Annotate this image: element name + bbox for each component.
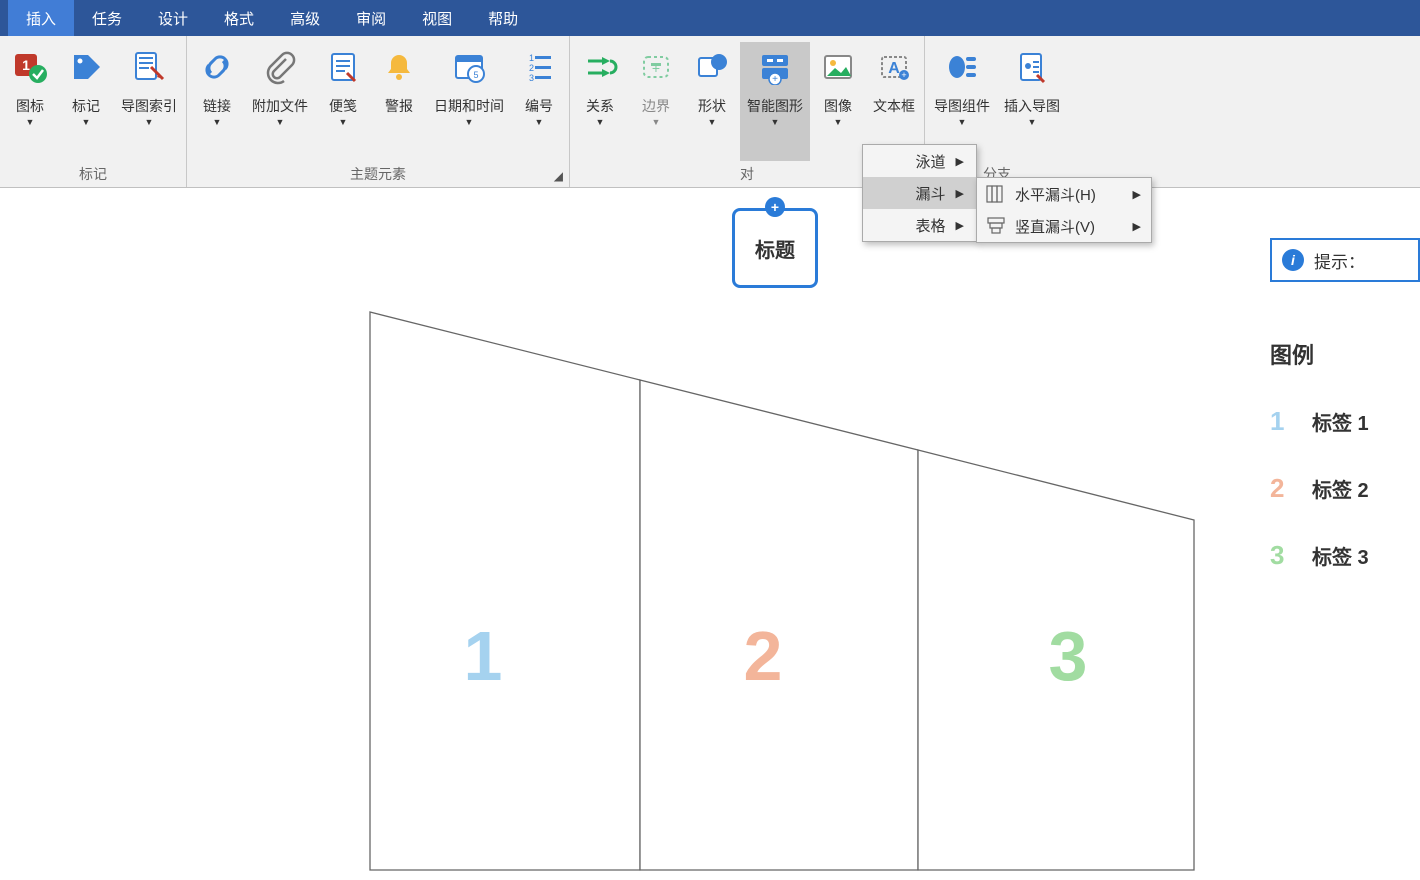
chevron-right-icon: ▶ bbox=[1133, 220, 1141, 233]
menu-tab-insert[interactable]: 插入 bbox=[8, 0, 74, 36]
smart-shape-dropdown: 泳道 ▶ 漏斗 ▶ 表格 ▶ 水平漏斗(H) ▶ 竖直漏斗(V) bbox=[862, 144, 977, 242]
svg-text:+: + bbox=[901, 70, 906, 80]
chevron-down-icon: ▼ bbox=[708, 117, 717, 127]
insert-map-button[interactable]: 插入导图 ▼ bbox=[997, 42, 1067, 161]
funnel-segment-1[interactable] bbox=[370, 312, 640, 870]
chevron-right-icon: ▶ bbox=[1133, 188, 1141, 201]
image-icon bbox=[818, 47, 858, 87]
map-index-button[interactable]: 导图索引 ▼ bbox=[114, 42, 184, 161]
chevron-down-icon: ▼ bbox=[958, 117, 967, 127]
svg-text:+: + bbox=[652, 60, 660, 76]
dropdown-item-table[interactable]: 表格 ▶ bbox=[863, 209, 976, 241]
numbering-button[interactable]: 123 编号 ▼ bbox=[511, 42, 567, 161]
ribbon-group-label: 主题元素 ◢ bbox=[187, 161, 569, 187]
tags-button[interactable]: 标记 ▼ bbox=[58, 42, 114, 161]
chevron-down-icon: ▼ bbox=[596, 117, 605, 127]
tag-icon bbox=[66, 47, 106, 87]
chevron-down-icon: ▼ bbox=[26, 117, 35, 127]
submenu-item-vertical-funnel[interactable]: 竖直漏斗(V) ▶ bbox=[977, 210, 1151, 242]
numbering-icon: 123 bbox=[519, 47, 559, 87]
shape-icon bbox=[692, 47, 732, 87]
ribbon-group-markers: 1 图标 ▼ 标记 ▼ 导图索引 ▼ 标记 bbox=[0, 36, 187, 187]
funnel-number-2: 2 bbox=[744, 617, 783, 695]
icon-icons: 1 bbox=[10, 47, 50, 87]
boundary-icon: + bbox=[636, 47, 676, 87]
chevron-down-icon: ▼ bbox=[771, 117, 780, 127]
boundary-button: + 边界 ▼ bbox=[628, 42, 684, 161]
chevron-down-icon: ▼ bbox=[339, 117, 348, 127]
funnel-number-1: 1 bbox=[464, 617, 503, 695]
insert-map-icon bbox=[1012, 47, 1052, 87]
legend-item-1[interactable]: 1 标签 1 bbox=[1270, 406, 1420, 437]
legend-item-2[interactable]: 2 标签 2 bbox=[1270, 473, 1420, 504]
calendar-icon: 5 bbox=[449, 47, 489, 87]
menu-bar: 插入 任务 设计 格式 高级 审阅 视图 帮助 bbox=[0, 0, 1420, 36]
menu-tab-format[interactable]: 格式 bbox=[206, 0, 272, 36]
svg-text:5: 5 bbox=[473, 70, 478, 80]
smart-shape-button[interactable]: + 智能图形 ▼ bbox=[740, 42, 810, 161]
chevron-down-icon: ▼ bbox=[82, 117, 91, 127]
vertical-funnel-icon bbox=[985, 217, 1007, 235]
ribbon-group-label: 标记 bbox=[0, 161, 186, 187]
chevron-down-icon: ▼ bbox=[652, 117, 661, 127]
svg-text:+: + bbox=[772, 74, 778, 85]
ribbon: 1 图标 ▼ 标记 ▼ 导图索引 ▼ 标记 bbox=[0, 36, 1420, 188]
svg-text:1: 1 bbox=[22, 57, 30, 73]
date-time-button[interactable]: 5 日期和时间 ▼ bbox=[427, 42, 511, 161]
menu-tab-view[interactable]: 视图 bbox=[404, 0, 470, 36]
icons-button[interactable]: 1 图标 ▼ bbox=[2, 42, 58, 161]
note-icon bbox=[323, 47, 363, 87]
chevron-down-icon: ▼ bbox=[213, 117, 222, 127]
right-panel: i 提示： 图例 1 标签 1 2 标签 2 3 标签 3 bbox=[1270, 238, 1420, 571]
dialog-launcher-icon[interactable]: ◢ bbox=[554, 169, 563, 183]
chevron-down-icon: ▼ bbox=[1028, 117, 1037, 127]
component-icon bbox=[942, 47, 982, 87]
dropdown-item-swimlane[interactable]: 泳道 ▶ bbox=[863, 145, 976, 177]
chevron-right-icon: ▶ bbox=[956, 155, 964, 168]
menu-tab-tasks[interactable]: 任务 bbox=[74, 0, 140, 36]
dropdown-item-funnel[interactable]: 漏斗 ▶ bbox=[863, 177, 976, 209]
chevron-down-icon: ▼ bbox=[145, 117, 154, 127]
menu-tab-help[interactable]: 帮助 bbox=[470, 0, 536, 36]
svg-text:A: A bbox=[888, 60, 900, 77]
funnel-diagram[interactable]: 1 2 3 bbox=[368, 310, 1208, 870]
shape-button[interactable]: 形状 ▼ bbox=[684, 42, 740, 161]
legend-item-3[interactable]: 3 标签 3 bbox=[1270, 540, 1420, 571]
notes-button[interactable]: 便笺 ▼ bbox=[315, 42, 371, 161]
menu-tab-review[interactable]: 审阅 bbox=[338, 0, 404, 36]
chevron-right-icon: ▶ bbox=[956, 187, 964, 200]
chevron-right-icon: ▶ bbox=[956, 219, 964, 232]
chevron-down-icon: ▼ bbox=[465, 117, 474, 127]
chevron-down-icon: ▼ bbox=[276, 117, 285, 127]
link-button[interactable]: 链接 ▼ bbox=[189, 42, 245, 161]
alert-button[interactable]: 警报 ▼ bbox=[371, 42, 427, 161]
legend-title: 图例 bbox=[1270, 338, 1420, 370]
svg-text:3: 3 bbox=[529, 73, 534, 83]
smart-shape-icon: + bbox=[755, 47, 795, 87]
menu-tab-advanced[interactable]: 高级 bbox=[272, 0, 338, 36]
title-node[interactable]: + 标题 bbox=[732, 208, 818, 288]
funnel-number-3: 3 bbox=[1049, 617, 1088, 695]
info-icon: i bbox=[1282, 249, 1304, 271]
add-handle-icon[interactable]: + bbox=[765, 197, 785, 217]
funnel-submenu: 水平漏斗(H) ▶ 竖直漏斗(V) ▶ bbox=[976, 177, 1152, 243]
image-button[interactable]: 图像 ▼ bbox=[810, 42, 866, 161]
submenu-item-horizontal-funnel[interactable]: 水平漏斗(H) ▶ bbox=[977, 178, 1151, 210]
link-icon bbox=[197, 47, 237, 87]
chevron-down-icon: ▼ bbox=[535, 117, 544, 127]
tip-box[interactable]: i 提示： bbox=[1270, 238, 1420, 282]
attach-icon bbox=[260, 47, 300, 87]
menu-tab-design[interactable]: 设计 bbox=[140, 0, 206, 36]
svg-text:1: 1 bbox=[529, 53, 534, 63]
index-icon bbox=[129, 47, 169, 87]
textbox-icon: A+ bbox=[874, 47, 914, 87]
ribbon-group-topic-elements: 链接 ▼ 附加文件 ▼ 便笺 ▼ 警报 bbox=[187, 36, 570, 187]
relationship-icon bbox=[580, 47, 620, 87]
svg-text:2: 2 bbox=[529, 63, 534, 73]
relationship-button[interactable]: 关系 ▼ bbox=[572, 42, 628, 161]
bell-icon bbox=[379, 47, 419, 87]
chevron-down-icon: ▼ bbox=[834, 117, 843, 127]
horizontal-funnel-icon bbox=[985, 185, 1007, 203]
attach-button[interactable]: 附加文件 ▼ bbox=[245, 42, 315, 161]
